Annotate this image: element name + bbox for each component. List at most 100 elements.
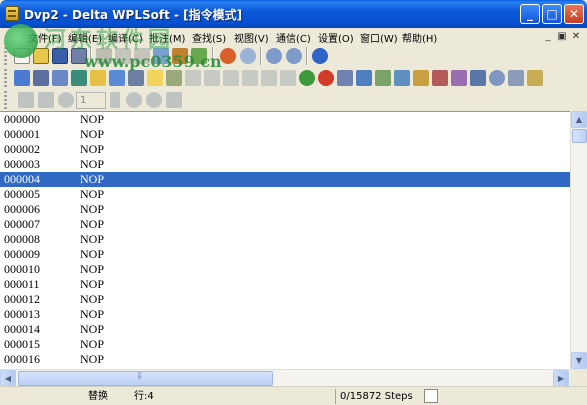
instruction-row[interactable]: 000009 NOP xyxy=(0,247,570,262)
verify-icon[interactable] xyxy=(223,70,239,86)
instruction-text: NOP xyxy=(80,172,105,186)
download-icon[interactable] xyxy=(356,70,372,86)
scroll-down-icon[interactable]: ▼ xyxy=(571,352,587,369)
vertical-scrollbar[interactable]: ▲ ▼ xyxy=(570,111,587,371)
mdi-restore-button[interactable]: ▣ xyxy=(556,30,568,43)
instruction-row[interactable]: 000001 NOP xyxy=(0,127,570,142)
device-monitor-icon[interactable] xyxy=(261,70,277,86)
instruction-row[interactable]: 000015 NOP xyxy=(0,337,570,352)
toolbar-grip[interactable] xyxy=(4,69,7,87)
instruction-row[interactable]: 000012 NOP xyxy=(0,292,570,307)
force-on-icon[interactable] xyxy=(432,70,448,86)
toolbar-grip[interactable] xyxy=(4,91,7,109)
status-steps: 0/15872 Steps xyxy=(335,389,421,404)
stop-icon[interactable] xyxy=(318,70,334,86)
step-icon[interactable] xyxy=(58,92,74,108)
menu-help[interactable]: 帮助(H) xyxy=(402,30,437,45)
replace-icon[interactable] xyxy=(191,48,207,64)
list-icon[interactable] xyxy=(147,70,163,86)
zoom-out-icon[interactable] xyxy=(286,48,302,64)
scroll-right-icon[interactable]: ▶ xyxy=(553,370,569,387)
menu-view[interactable]: 视图(V) xyxy=(234,30,269,45)
instruction-row[interactable]: 000006 NOP xyxy=(0,202,570,217)
instruction-row[interactable]: 000003 NOP xyxy=(0,157,570,172)
find-icon[interactable] xyxy=(172,48,188,64)
status-indicator xyxy=(424,389,438,403)
instruction-mode-icon[interactable] xyxy=(33,70,49,86)
step-number: 000004 xyxy=(4,172,40,186)
instruction-row[interactable]: 000007 NOP xyxy=(0,217,570,232)
jump-icon[interactable] xyxy=(38,92,54,108)
run-icon[interactable] xyxy=(299,70,315,86)
monitor-icon[interactable] xyxy=(109,70,125,86)
instruction-row[interactable]: 000008 NOP xyxy=(0,232,570,247)
timer-icon[interactable] xyxy=(375,70,391,86)
settings-icon[interactable] xyxy=(527,70,543,86)
minimize-button[interactable]: _ xyxy=(520,4,540,24)
watermark-cn-text: 河东软件园 xyxy=(44,28,175,53)
comment-icon[interactable] xyxy=(71,70,87,86)
filter-icon[interactable] xyxy=(18,92,34,108)
instruction-row[interactable]: 000002 NOP xyxy=(0,142,570,157)
maximize-button[interactable]: □ xyxy=(542,4,562,24)
instruction-row[interactable]: 000014 NOP xyxy=(0,322,570,337)
app-icon[interactable] xyxy=(5,6,19,21)
value-icon[interactable] xyxy=(470,70,486,86)
zoom-in-icon[interactable] xyxy=(266,48,282,64)
pointer-icon[interactable] xyxy=(166,92,182,108)
scrollbar-corner xyxy=(570,369,587,386)
horizontal-scroll-thumb[interactable] xyxy=(18,371,273,386)
convert-icon[interactable] xyxy=(166,70,182,86)
instruction-row[interactable]: 000005 NOP xyxy=(0,187,570,202)
instruction-text: NOP xyxy=(80,292,105,306)
step-number: 000010 xyxy=(4,262,40,276)
reset-icon[interactable] xyxy=(413,70,429,86)
set-icon[interactable] xyxy=(394,70,410,86)
instruction-row-selected[interactable]: 000004 NOP xyxy=(0,172,570,187)
edit-icon[interactable] xyxy=(90,70,106,86)
refresh-icon[interactable] xyxy=(146,92,162,108)
search-icon[interactable] xyxy=(240,48,256,64)
instruction-row[interactable]: 000013 NOP xyxy=(0,307,570,322)
instruction-row[interactable]: 000011 NOP xyxy=(0,277,570,292)
write-plc-icon[interactable] xyxy=(204,70,220,86)
find-device-icon[interactable] xyxy=(489,70,505,86)
instruction-list[interactable]: 000000 NOP 000001 NOP 000002 NOP 000003 NOP … xyxy=(0,111,587,371)
edit-toolbar: 1 xyxy=(0,88,200,112)
toolbar-separator xyxy=(306,47,308,65)
status-line: 行:4 xyxy=(134,391,154,402)
wizard-icon[interactable] xyxy=(508,70,524,86)
step-spinner-icon[interactable] xyxy=(110,92,120,108)
close-button[interactable]: ✕ xyxy=(564,4,584,24)
mdi-close-button[interactable]: ✕ xyxy=(570,30,582,43)
step-input[interactable]: 1 xyxy=(76,92,106,109)
step-number: 000006 xyxy=(4,202,40,216)
horizontal-scrollbar[interactable]: ◀ ▶ xyxy=(0,369,570,387)
mdi-minimize-button[interactable]: _ xyxy=(542,30,554,43)
online-edit-icon[interactable] xyxy=(242,70,258,86)
watermark-logo-icon xyxy=(4,24,38,58)
force-off-icon[interactable] xyxy=(451,70,467,86)
ladder-mode-icon[interactable] xyxy=(14,70,30,86)
menu-window[interactable]: 窗口(W) xyxy=(360,30,398,45)
read-plc-icon[interactable] xyxy=(185,70,201,86)
instruction-row[interactable]: 000000 NOP xyxy=(0,112,570,127)
instruction-text: NOP xyxy=(80,262,105,276)
instruction-row[interactable]: 000016 NOP xyxy=(0,352,570,367)
instruction-text: NOP xyxy=(80,187,105,201)
scroll-up-icon[interactable]: ▲ xyxy=(571,111,587,128)
register-icon[interactable] xyxy=(280,70,296,86)
menu-communication[interactable]: 通信(C) xyxy=(276,30,311,45)
step-number: 000014 xyxy=(4,322,40,336)
device-table-icon[interactable] xyxy=(128,70,144,86)
remove-icon[interactable] xyxy=(126,92,142,108)
instruction-text: NOP xyxy=(80,352,105,366)
scroll-left-icon[interactable]: ◀ xyxy=(0,370,16,387)
vertical-scroll-thumb[interactable] xyxy=(572,129,587,143)
rotate-icon[interactable] xyxy=(220,48,236,64)
menu-settings[interactable]: 设置(O) xyxy=(318,30,354,45)
help-icon[interactable] xyxy=(312,48,328,64)
upload-icon[interactable] xyxy=(337,70,353,86)
sfc-mode-icon[interactable] xyxy=(52,70,68,86)
instruction-row[interactable]: 000010 NOP xyxy=(0,262,570,277)
